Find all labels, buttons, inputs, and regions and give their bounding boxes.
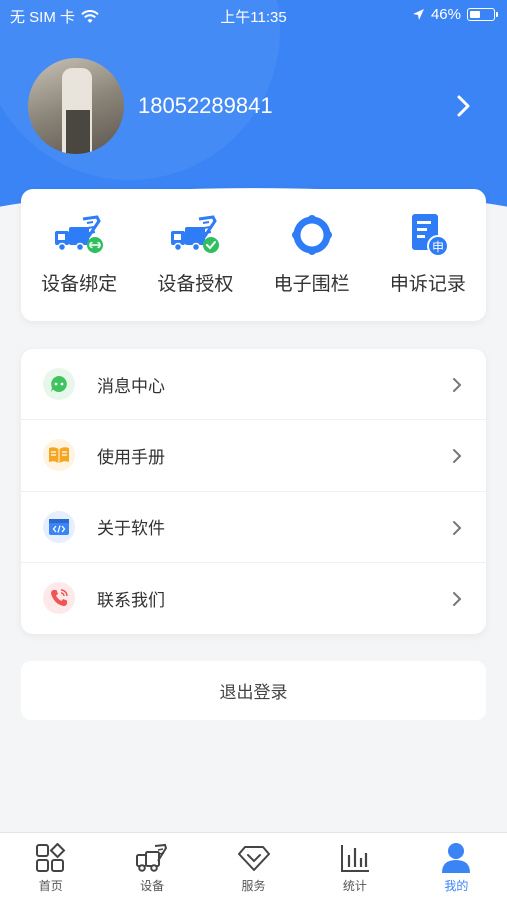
menu-item-contact[interactable]: 联系我们 — [21, 563, 486, 634]
quick-action-label: 电子围栏 — [273, 273, 350, 295]
profile-header[interactable]: 18052289841 — [28, 58, 478, 154]
tab-home[interactable]: 首页 — [0, 833, 101, 900]
menu-item-about[interactable]: 关于软件 — [21, 492, 486, 563]
quick-action-geofence[interactable]: 电子围栏 — [254, 189, 370, 321]
quick-action-device-bind[interactable]: 设备绑定 — [21, 189, 137, 321]
menu-item-label: 使用手册 — [97, 447, 165, 468]
appeal-badge: 申 — [432, 240, 444, 254]
service-diamond-icon — [237, 846, 270, 871]
tab-label: 我的 — [444, 879, 469, 893]
quick-action-device-auth[interactable]: 设备授权 — [137, 189, 253, 321]
phone-icon — [43, 582, 75, 615]
location-icon — [412, 9, 424, 20]
manual-icon — [43, 439, 75, 472]
quick-actions-card: 设备绑定 设备授权 电子围栏 申 申诉记录 — [21, 189, 486, 321]
chevron-right-icon — [453, 378, 462, 392]
stats-bar-icon — [340, 845, 369, 872]
user-icon — [442, 843, 471, 873]
menu-item-label: 联系我们 — [97, 590, 165, 611]
software-icon — [43, 510, 75, 543]
tab-device[interactable]: 设备 — [101, 833, 202, 900]
tab-label: 设备 — [140, 879, 165, 893]
tab-label: 首页 — [38, 879, 63, 893]
chevron-right-icon[interactable] — [452, 92, 474, 120]
chevron-right-icon — [453, 591, 462, 606]
quick-action-label: 申诉记录 — [389, 273, 466, 295]
phone-number: 18052289841 — [138, 93, 273, 118]
device-truck-icon — [136, 843, 168, 872]
menu-item-label: 关于软件 — [97, 519, 165, 540]
tab-mine[interactable]: 我的 — [406, 833, 507, 900]
menu-item-label: 消息中心 — [97, 376, 165, 397]
battery-percent: 46% — [430, 6, 461, 23]
tab-service[interactable]: 服务 — [203, 833, 304, 900]
avatar[interactable] — [28, 58, 124, 154]
menu-card: 消息中心 使用手册 关于软件 联系我们 — [21, 349, 486, 634]
tab-label: 统计 — [342, 879, 367, 893]
quick-action-label: 设备授权 — [157, 273, 234, 295]
chevron-right-icon — [453, 520, 462, 535]
menu-item-manual[interactable]: 使用手册 — [21, 420, 486, 492]
truck-link-icon — [55, 215, 104, 253]
truck-check-icon — [171, 215, 220, 253]
tab-stats[interactable]: 统计 — [304, 833, 405, 900]
quick-action-label: 设备绑定 — [41, 273, 118, 295]
tab-bar: 首页 设备 服务 统计 我的 — [0, 832, 507, 900]
message-icon — [43, 368, 75, 401]
tab-label: 服务 — [241, 879, 266, 893]
status-bar: 无 SIM 卡 上午11:35 46% — [0, 0, 507, 32]
appeal-record-icon: 申 — [411, 214, 449, 257]
logout-button[interactable]: 退出登录 — [21, 661, 486, 720]
geofence-icon — [291, 215, 332, 255]
quick-action-appeal-record[interactable]: 申 申诉记录 — [370, 189, 486, 321]
chevron-right-icon — [453, 449, 462, 464]
menu-item-messages[interactable]: 消息中心 — [21, 349, 486, 421]
battery-icon — [467, 8, 498, 21]
home-grid-icon — [35, 843, 66, 872]
